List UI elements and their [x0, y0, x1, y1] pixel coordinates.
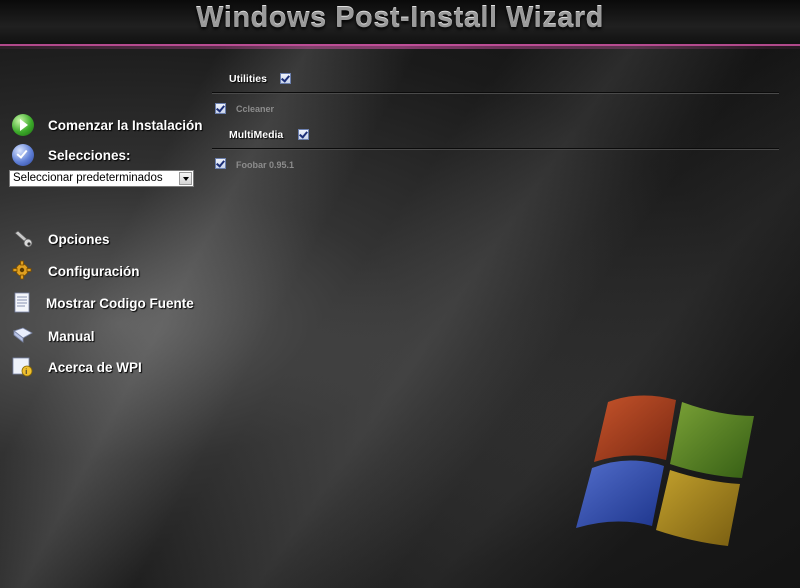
book-icon: [12, 325, 34, 347]
category-label-utilities: Utilities: [229, 73, 267, 85]
begin-install-button[interactable]: Comenzar la Instalación: [12, 114, 203, 136]
page-title: Windows Post-Install Wizard: [196, 2, 604, 34]
sidebar-item-configuracion[interactable]: Configuración: [12, 260, 140, 282]
title-bar: Windows Post-Install Wizard: [0, 0, 800, 46]
gear-icon: [12, 260, 34, 282]
category-label-multimedia: MultiMedia: [229, 129, 284, 141]
windows-logo: [576, 395, 754, 546]
selections-label: Selecciones:: [48, 147, 131, 163]
checkmark-icon: [12, 144, 34, 166]
wrench-icon: [12, 228, 34, 250]
program-checkbox-ccleaner[interactable]: [215, 103, 226, 114]
sidebar-item-acerca[interactable]: i Acerca de WPI: [12, 356, 142, 378]
category-checkbox-utilities[interactable]: [280, 73, 291, 84]
program-checkbox-foobar[interactable]: [215, 158, 226, 169]
program-label-foobar[interactable]: Foobar 0.95.1: [236, 160, 294, 170]
begin-install-label: Comenzar la Instalación: [48, 117, 203, 133]
document-icon: [12, 292, 34, 314]
selection-dropdown[interactable]: Seleccionar predeterminados: [9, 170, 194, 187]
selections-header: Selecciones:: [12, 144, 131, 166]
sidebar-item-codigo-fuente[interactable]: Mostrar Codigo Fuente: [12, 292, 194, 314]
sidebar-item-label: Acerca de WPI: [48, 359, 142, 375]
play-icon: [12, 114, 34, 136]
category-checkbox-multimedia[interactable]: [298, 129, 309, 140]
sidebar-item-opciones[interactable]: Opciones: [12, 228, 110, 250]
selection-dropdown-value: Seleccionar predeterminados: [13, 172, 163, 184]
title-underline: [0, 44, 800, 49]
sidebar-item-label: Opciones: [48, 231, 110, 247]
info-icon: i: [12, 356, 34, 378]
sidebar-item-label: Manual: [48, 328, 95, 344]
program-label-ccleaner[interactable]: Ccleaner: [236, 104, 274, 114]
sidebar-item-manual[interactable]: Manual: [12, 325, 95, 347]
category-divider: [212, 148, 779, 150]
sidebar-item-label: Mostrar Codigo Fuente: [46, 295, 194, 311]
sidebar-item-label: Configuración: [48, 263, 140, 279]
category-divider: [212, 92, 779, 94]
svg-text:i: i: [25, 369, 27, 376]
chevron-down-icon[interactable]: [179, 172, 192, 185]
